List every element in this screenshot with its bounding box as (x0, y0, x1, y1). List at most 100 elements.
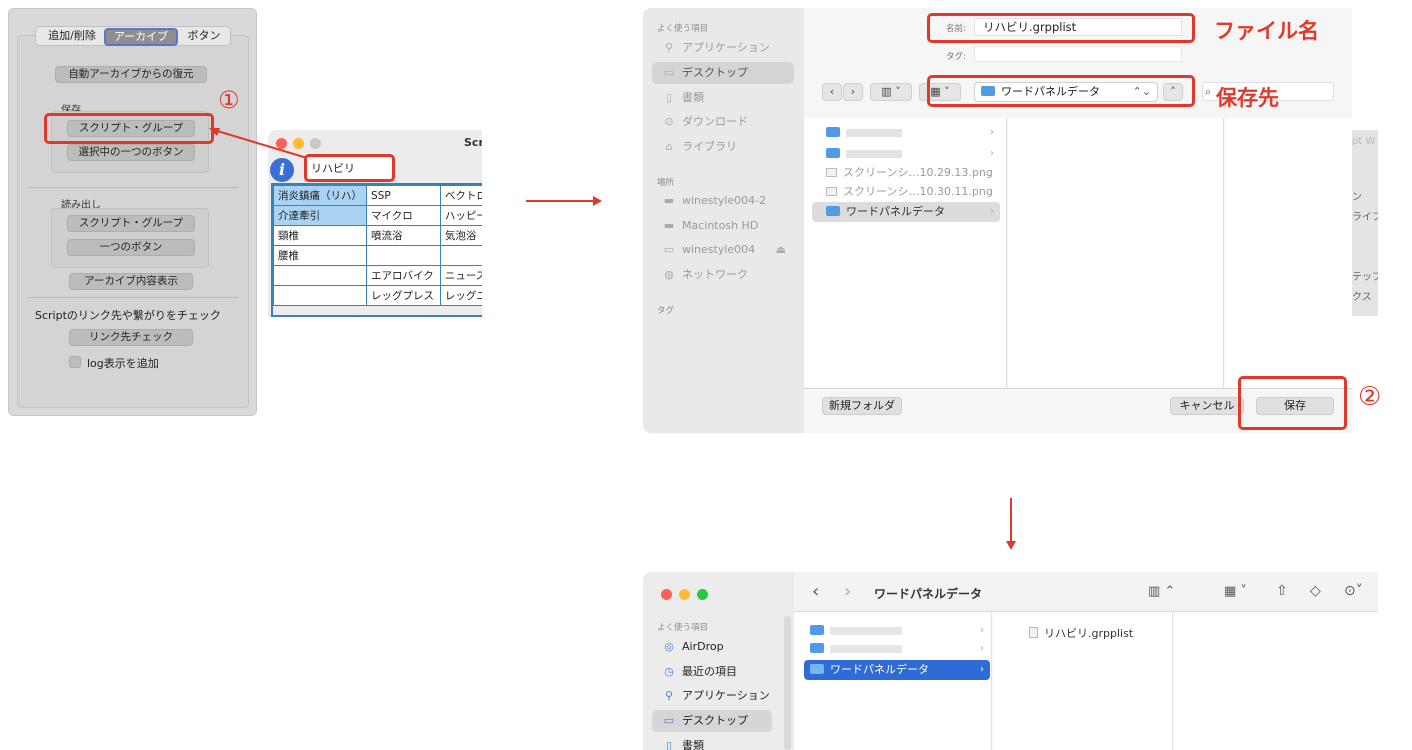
tags-label: タグ: (946, 52, 966, 62)
airdrop-icon: ◎ (664, 640, 674, 653)
chevron-right-icon: › (980, 643, 984, 654)
document-file-icon (1029, 627, 1038, 638)
minimize-window-icon[interactable] (679, 589, 690, 600)
peek-title: pt W (1352, 136, 1376, 147)
applications-icon: ⚲ (664, 689, 674, 702)
sidebar-item-library[interactable]: ⌂ ライブラリ (652, 136, 794, 158)
folder-icon (826, 148, 840, 158)
sidebar-item-documents[interactable]: ▯ 書類 (652, 735, 772, 750)
search-icon: ⌕ (1205, 85, 1212, 98)
chevron-right-icon: › (990, 148, 994, 159)
sidebar-item-recents[interactable]: ◷ 最近の項目 (652, 661, 772, 683)
tag-icon[interactable]: ◇ (1310, 583, 1321, 599)
file-row-selected[interactable]: ワードパネルデータ › (804, 660, 990, 680)
back-button[interactable]: ‹ (822, 83, 842, 101)
cancel-button[interactable]: キャンセル (1170, 397, 1244, 415)
finder-title: ワードパネルデータ (874, 587, 983, 601)
finder-window: よく使う項目 ◎ AirDrop ◷ 最近の項目 ⚲ アプリケーション ▭ デスクトップ… (643, 572, 1378, 750)
save-dialog-sidebar: よく使う項目 ⚲ アプリケーション ▭ デスクトップ ▯ 書類 ⊙ ダウンロード ⌂ ライ… (643, 8, 804, 433)
forward-button[interactable]: › (843, 83, 863, 101)
sidebar-item-downloads[interactable]: ⊙ ダウンロード (652, 111, 794, 133)
chevron-right-icon: › (980, 664, 984, 675)
redacted-name (830, 645, 902, 653)
sidebar-item-applications[interactable]: ⚲ アプリケーション (652, 37, 794, 59)
file-row[interactable]: › (804, 639, 990, 659)
sidebar-item-applications[interactable]: ⚲ アプリケーション (652, 685, 772, 707)
flow-arrow-down-head (1006, 541, 1016, 550)
sidebar-item-desktop[interactable]: ▭ デスクトップ (652, 62, 794, 84)
folder-icon (826, 127, 840, 137)
background-window-peek: pt W ン ライフ テップ クス (1352, 130, 1378, 316)
chevron-right-icon: › (990, 206, 994, 217)
finder-column-2: リハビリ.grpplist (993, 613, 1173, 750)
file-row[interactable]: › (812, 144, 1000, 164)
folder-icon (810, 664, 824, 674)
finder-column-3 (1174, 613, 1378, 750)
sidebar-favorites-header: よく使う項目 (657, 623, 709, 633)
step-2-marker: ② (1358, 382, 1382, 412)
drive-icon: ▭ (663, 243, 675, 256)
column-view-button[interactable]: ▥ ˅ (870, 83, 912, 101)
highlight-location (927, 75, 1195, 107)
clock-icon: ◷ (664, 665, 674, 678)
finder-toolbar: ‹ › ワードパネルデータ ▥ ⌃ ▦ ˅ ⇧ ◇ ⊙˅ (794, 572, 1378, 612)
close-window-icon[interactable] (661, 589, 672, 600)
redacted-name (830, 627, 902, 635)
folder-icon (810, 625, 824, 635)
eject-icon[interactable]: ⏏ (776, 239, 786, 261)
file-row[interactable]: リハビリ.grpplist (1029, 625, 1133, 641)
annotation-filename: ファイル名 (1214, 19, 1319, 43)
sidebar-scrollbar[interactable] (784, 616, 791, 750)
sidebar-item-documents[interactable]: ▯ 書類 (652, 87, 794, 109)
file-row-selected[interactable]: ワードパネルデータ › (812, 202, 1000, 222)
zoom-window-icon[interactable] (697, 589, 708, 600)
file-row[interactable]: スクリーンシ…10.30.11.png (812, 182, 1000, 202)
chevron-right-icon: › (980, 625, 984, 636)
new-folder-button[interactable]: 新規フォルダ (822, 397, 902, 415)
finder-column-1: › › ワードパネルデータ › (794, 613, 992, 750)
sidebar-item-winestyle004[interactable]: ▭ winestyle004 ⏏ (652, 239, 794, 261)
file-column-2 (1008, 118, 1224, 388)
folder-icon (810, 643, 824, 653)
document-icon: ▯ (665, 739, 673, 750)
sidebar-tags-header: タグ (657, 306, 675, 316)
network-icon: ◍ (664, 268, 674, 281)
image-file-icon (826, 187, 837, 196)
desktop-icon: ▭ (663, 66, 675, 79)
chevron-right-icon: › (990, 127, 994, 138)
peek-cell: クス (1352, 292, 1372, 303)
sidebar-item-airdrop[interactable]: ◎ AirDrop (652, 636, 772, 658)
tags-field[interactable] (974, 46, 1182, 62)
file-row[interactable]: › (804, 621, 990, 641)
sidebar-item-winestyle004-2[interactable]: ▬ winestyle004-2 (652, 190, 794, 212)
highlight-save-button (1238, 376, 1347, 430)
peek-cell: ン (1352, 192, 1362, 203)
peek-cell: ライフ (1352, 212, 1378, 223)
download-icon: ⊙ (664, 115, 674, 128)
sidebar-item-desktop[interactable]: ▭ デスクトップ (652, 710, 772, 732)
sidebar-item-macintosh-hd[interactable]: ▬ Macintosh HD (652, 215, 794, 237)
highlight-filename (927, 13, 1195, 43)
applications-icon: ⚲ (664, 41, 674, 54)
connector-arrowhead (209, 128, 220, 136)
save-dialog-main: 名前: リハビリ.grpplist タグ: ‹ › ▥ ˅ ▦ ˅ ワードパネル… (804, 8, 1352, 433)
connector-line (213, 129, 308, 159)
desktop-icon: ▭ (663, 714, 675, 727)
sidebar-favorites-header: よく使う項目 (657, 24, 709, 34)
more-actions-icon[interactable]: ⊙˅ (1344, 583, 1363, 599)
forward-button[interactable]: › (844, 581, 851, 602)
back-button[interactable]: ‹ (812, 581, 819, 602)
sidebar-item-network[interactable]: ◍ ネットワーク (652, 264, 794, 286)
drive-icon: ▬ (663, 219, 675, 232)
document-icon: ▯ (665, 91, 673, 104)
sidebar-locations-header: 場所 (657, 178, 675, 188)
file-row[interactable]: スクリーンシ…10.29.13.png (812, 163, 1000, 183)
library-icon: ⌂ (665, 140, 673, 153)
view-mode-button[interactable]: ▥ ⌃ (1148, 584, 1175, 599)
flow-arrow-right-head (593, 196, 602, 206)
group-button[interactable]: ▦ ˅ (1224, 584, 1247, 599)
share-icon[interactable]: ⇧ (1276, 583, 1288, 599)
peek-cell: テップ (1352, 272, 1378, 283)
file-row[interactable]: › (812, 123, 1000, 143)
folder-icon (826, 206, 840, 216)
